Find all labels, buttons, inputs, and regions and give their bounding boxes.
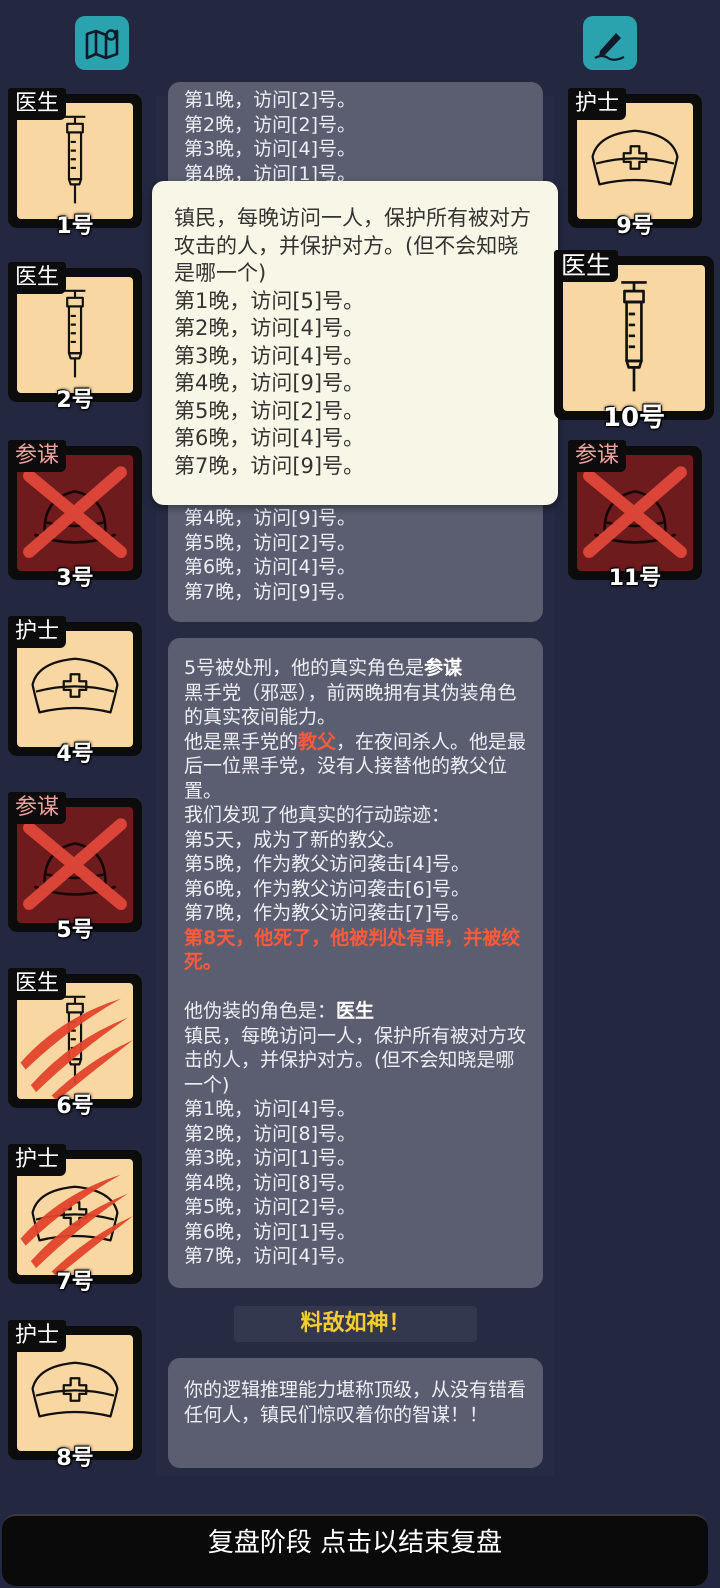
visit-line: 第5晚，访问[2]号。 (174, 398, 365, 423)
syringe-icon (17, 983, 133, 1099)
visit-line: 第2晚，访问[4]号。 (174, 316, 365, 340)
syringe-icon (17, 277, 133, 393)
trace-line: 我们发现了他真实的行动踪迹： (184, 804, 451, 826)
visit-line: 第5晚，访问[2]号。 (184, 1196, 357, 1218)
rating-title: 料敌如神！ (234, 1306, 477, 1342)
trace-line: 第5晚，作为教父访问袭击[4]号。 (184, 853, 471, 875)
hat-icon (17, 455, 133, 571)
visit-line: 第4晚，访问[9]号。 (174, 371, 365, 395)
player-card[interactable]: 护士 4号 (8, 616, 142, 767)
nurse-cap-icon (17, 631, 133, 747)
player-role: 医生 (8, 968, 67, 1000)
player-role: 参谋 (8, 440, 67, 472)
visit-line: 第1晚，访问[4]号。 (184, 1098, 357, 1120)
death-line: 第8天，他死了，他被判处有罪，并被绞死。 (184, 926, 521, 974)
player-card[interactable]: 医生 1号 (8, 88, 142, 239)
player-role: 医生 (554, 250, 619, 282)
player-number: 4号 (56, 742, 94, 767)
player-number: 7号 (56, 1270, 94, 1295)
nurse-cap-icon (17, 1159, 133, 1275)
syringe-icon (563, 265, 705, 411)
player-number: 9号 (616, 214, 654, 239)
end-review-button[interactable]: 复盘阶段 点击以结束复盘 (2, 1514, 708, 1586)
visit-line: 第7晚，访问[9]号。 (184, 580, 357, 603)
player-number: 1号 (56, 214, 94, 239)
visit-line: 第5晚，访问[2]号。 (184, 531, 357, 554)
player-role: 护士 (8, 1320, 67, 1352)
player-card[interactable]: 医生 10号 (554, 250, 714, 433)
rating-panel: 你的逻辑推理能力堪称顶级，从没有错看任何人，镇民们惊叹着你的智谋！！ (168, 1358, 543, 1468)
tooltip-desc: 镇民，每晚访问一人，保护所有被对方攻击的人，并保护对方。(但不会知晓是哪一个) (174, 206, 531, 285)
player-card[interactable]: 参谋 11号 (568, 440, 702, 591)
execution-line: 5号被处刑，他的真实角色是参谋 (184, 657, 463, 679)
player-role: 医生 (8, 88, 67, 120)
godfather-line: 他是黑手党的教父，在夜间杀人。他是最后一位黑手党，没有人接替他的教父位置。 (184, 730, 527, 802)
player-number: 2号 (56, 388, 94, 413)
trace-lines: 我们发现了他真实的行动踪迹： 第5天，成为了新的教父。 第5晚，作为教父访问袭击[4… (184, 803, 527, 926)
visit-line: 第6晚，访问[4]号。 (184, 556, 357, 578)
role-tooltip: 镇民，每晚访问一人，保护所有被对方攻击的人，并保护对方。(但不会知晓是哪一个) … (152, 181, 558, 505)
player-number: 6号 (56, 1094, 94, 1119)
player-card[interactable]: 参谋 3号 (8, 440, 142, 591)
trace-line: 第7晚，作为教父访问袭击[7]号。 (184, 902, 471, 924)
rating-text: 你的逻辑推理能力堪称顶级，从没有错看任何人，镇民们惊叹着你的智谋！！ (184, 1379, 527, 1426)
visit-line: 第2晚，访问[8]号。 (184, 1122, 357, 1145)
player-card[interactable]: 护士 9号 (568, 88, 702, 239)
visit-line: 第4晚，访问[8]号。 (184, 1171, 357, 1194)
log-panel-2: 5号被处刑，他的真实角色是参谋 黑手党（邪恶），前两晚拥有其伪装角色的真实夜间能… (168, 638, 543, 1288)
visit-line: 第3晚，访问[4]号。 (174, 343, 365, 368)
hat-icon (17, 807, 133, 923)
player-card[interactable]: 护士 8号 (8, 1320, 142, 1471)
map-icon[interactable] (75, 16, 129, 70)
player-card[interactable]: 医生 6号 (8, 968, 142, 1119)
visit-line: 第6晚，访问[1]号。 (184, 1220, 357, 1243)
player-number: 11号 (608, 566, 662, 591)
log1-bottom-lines: 第4晚，访问[9]号。 第5晚，访问[2]号。 第6晚，访问[4]号。 第7晚，访问[… (184, 506, 356, 604)
player-number: 8号 (56, 1446, 94, 1471)
visit-line: 第2晚，访问[2]号。 (184, 113, 357, 136)
visit-line: 第3晚，访问[1]号。 (184, 1147, 357, 1169)
player-number: 10号 (602, 403, 666, 433)
player-number: 5号 (56, 918, 94, 943)
player-number: 3号 (56, 566, 94, 591)
edit-icon[interactable] (583, 16, 637, 70)
trace-line: 第5天，成为了新的教父。 (184, 828, 406, 851)
execution-desc: 黑手党（邪恶），前两晚拥有其伪装角色的真实夜间能力。 (184, 681, 517, 729)
player-role: 医生 (8, 262, 67, 294)
player-role: 参谋 (568, 440, 627, 472)
nurse-cap-icon (17, 1335, 133, 1451)
visit-line: 第7晚，访问[4]号。 (184, 1245, 357, 1267)
player-card[interactable]: 参谋 5号 (8, 792, 142, 943)
player-card[interactable]: 医生 2号 (8, 262, 142, 413)
syringe-icon (17, 103, 133, 219)
log1-top-lines: 第1晚，访问[2]号。 第2晚，访问[2]号。 第3晚，访问[4]号。 第4晚，访问[… (184, 88, 527, 186)
visit-line: 第1晚，访问[5]号。 (174, 288, 365, 313)
hat-icon (577, 455, 693, 571)
player-role: 护士 (568, 88, 627, 120)
visit-line: 第1晚，访问[2]号。 (184, 89, 357, 111)
visit-line: 第6晚，访问[4]号。 (174, 426, 365, 450)
visit-line: 第4晚，访问[9]号。 (184, 507, 357, 529)
player-card[interactable]: 护士 7号 (8, 1144, 142, 1295)
trace-line: 第6晚，作为教父访问袭击[6]号。 (184, 877, 471, 900)
nurse-cap-icon (577, 103, 693, 219)
player-role: 参谋 (8, 792, 67, 824)
visit-line: 第3晚，访问[4]号。 (184, 138, 357, 160)
tooltip-lines: 第1晚，访问[5]号。 第2晚，访问[4]号。 第3晚，访问[4]号。 第4晚，访问[… (174, 288, 538, 481)
disguise-lines: 第1晚，访问[4]号。 第2晚，访问[8]号。 第3晚，访问[1]号。 第4晚，访问[… (184, 1097, 527, 1269)
player-role: 护士 (8, 1144, 67, 1176)
visit-line: 第7晚，访问[9]号。 (174, 453, 365, 478)
disguise-line: 他伪装的角色是：医生 (184, 1000, 375, 1022)
player-role: 护士 (8, 616, 67, 648)
disguise-desc: 镇民，每晚访问一人，保护所有被对方攻击的人，并保护对方。(但不会知晓是哪一个) (184, 1024, 527, 1096)
